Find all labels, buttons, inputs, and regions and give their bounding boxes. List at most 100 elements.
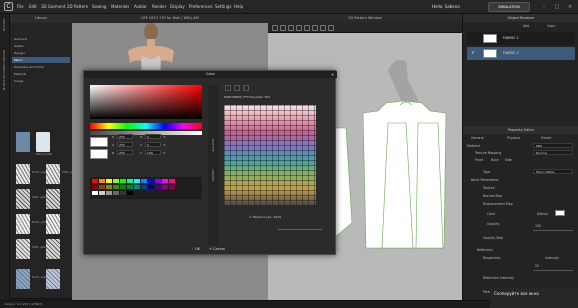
fabric-thumb[interactable] [46,214,60,234]
color-chip[interactable] [134,179,140,183]
texture-label[interactable]: Texture [483,186,495,190]
fabric-thumb[interactable] [16,214,30,234]
fabric-thumb[interactable] [46,189,60,209]
color-chip[interactable] [113,185,119,189]
color-chip[interactable] [169,185,175,189]
color-chip[interactable] [155,179,161,183]
color-chip[interactable] [155,185,161,189]
history-tab[interactable]: HISTORY [2,18,6,31]
menu-render[interactable]: Render [152,4,166,9]
menu-display[interactable]: Display [170,4,185,9]
menu-help[interactable]: Help [234,4,243,9]
texture-mapping-select[interactable]: Normal [533,150,573,155]
color-chip[interactable] [162,185,168,189]
opacity-value[interactable]: 100 [535,224,541,228]
library-item-material[interactable]: Material [12,71,70,77]
edit-point-tool-icon[interactable] [288,25,294,31]
prev-page-icon[interactable] [225,85,231,91]
fabric-item-1[interactable]: FABRIC 1 [467,32,575,45]
color-chip[interactable] [162,179,168,183]
cancel-button[interactable]: ✕ Cancel [209,247,225,251]
color-chip[interactable] [127,185,133,189]
color-chip[interactable] [106,179,112,183]
color-chip[interactable] [92,185,98,189]
menu-3d-garment[interactable]: 3D Garment [41,4,65,9]
seam-tool-icon[interactable] [328,25,334,31]
next-page-icon[interactable] [234,85,240,91]
color-chip[interactable] [141,179,147,183]
color-chip[interactable] [148,179,154,183]
color-chip[interactable] [120,179,126,183]
rectangle-tool-icon[interactable] [304,25,310,31]
transform-tool-icon[interactable] [280,25,286,31]
fabric-thumb[interactable] [46,164,60,184]
tab-physical[interactable]: Physical [507,136,520,140]
menu-2d-pattern[interactable]: 2D Pattern [67,4,88,9]
palette-tab[interactable]: PALETTE [211,139,215,152]
copy-button[interactable]: Copy [547,24,555,28]
b-input[interactable]: 255 [117,150,133,155]
ellipse-tool-icon[interactable] [312,25,318,31]
zoom-slider[interactable] [278,229,322,233]
library-item-image[interactable]: Image [12,78,70,84]
opacity-slider[interactable] [533,230,573,231]
modular-configurator-tab[interactable]: MODULAR CONFIGURATOR [2,50,6,90]
color-chip[interactable] [169,179,175,183]
color-chip[interactable] [148,185,154,189]
roughness-value[interactable]: 50 [535,264,539,268]
user-greeting[interactable]: Hello, Sabena [432,4,460,9]
fabric-thumb[interactable] [16,189,30,209]
color-swatch[interactable] [555,210,565,216]
color-chip[interactable] [99,191,105,195]
basic-params-label[interactable]: Basic Parameters [471,178,499,182]
roughness-label[interactable]: Roughness [483,256,500,260]
color-chip[interactable] [99,185,105,189]
library-tab[interactable]: LIBRARY [211,169,215,181]
reflection-label[interactable]: Reflection [477,248,493,252]
side-back-button[interactable]: Back [491,158,499,162]
color-value[interactable]: (None) [537,212,548,216]
side-front-button[interactable]: Front [475,158,483,162]
color-chip[interactable] [99,179,105,183]
saturation-value-picker[interactable] [90,85,202,119]
fabric-thumb[interactable] [46,239,60,259]
maximize-icon[interactable]: □ [553,3,561,11]
folder-icon[interactable] [16,132,30,152]
color-chip[interactable] [134,185,140,189]
minimize-icon[interactable]: – [540,3,548,11]
dialog-close-icon[interactable]: ✕ [329,71,336,78]
tab-general[interactable]: General [471,136,484,140]
color-chip[interactable] [127,191,133,195]
opacity-map-label[interactable]: Opacity Map [483,236,503,240]
sewing-tool-icon[interactable] [320,25,326,31]
color-chip[interactable] [141,185,147,189]
fabric-thumb[interactable] [16,164,30,184]
tab-preset[interactable]: Preset [541,136,551,140]
simulation-button[interactable]: SIMULATION [488,2,530,12]
color-chip[interactable] [92,191,98,195]
library-item-fabric[interactable]: Fabric [12,57,70,63]
color-chip[interactable] [120,191,126,195]
menu-materials[interactable]: Materials [111,4,129,9]
material-select[interactable]: PBR [533,143,573,148]
color-chip[interactable] [92,179,98,183]
hue-slider[interactable] [90,123,202,129]
add-button[interactable]: Add [523,24,529,28]
library-item-hardware[interactable]: Hardware and Trims [12,64,70,70]
fabric-thumb[interactable] [16,239,30,259]
library-item-garment[interactable]: Garment [12,36,70,42]
fabric-thumb[interactable] [16,269,30,289]
menu-settings[interactable]: Settings [215,4,231,9]
close-icon[interactable]: ✕ [566,3,574,11]
fabric-item-2[interactable]: ✓ FABRIC 2 [467,47,575,60]
color-chip[interactable] [106,185,112,189]
menu-file[interactable]: File [17,4,24,9]
roughness-slider[interactable] [533,270,573,271]
polygon-tool-icon[interactable] [296,25,302,31]
menu-edit[interactable]: Edit [29,4,37,9]
g-input[interactable]: 255 [117,142,133,147]
menu-preferences[interactable]: Preferences [189,4,213,9]
library-item-hanger[interactable]: Hanger [12,50,70,56]
file-icon[interactable] [36,132,50,152]
menu-sewing[interactable]: Sewing [92,4,106,9]
